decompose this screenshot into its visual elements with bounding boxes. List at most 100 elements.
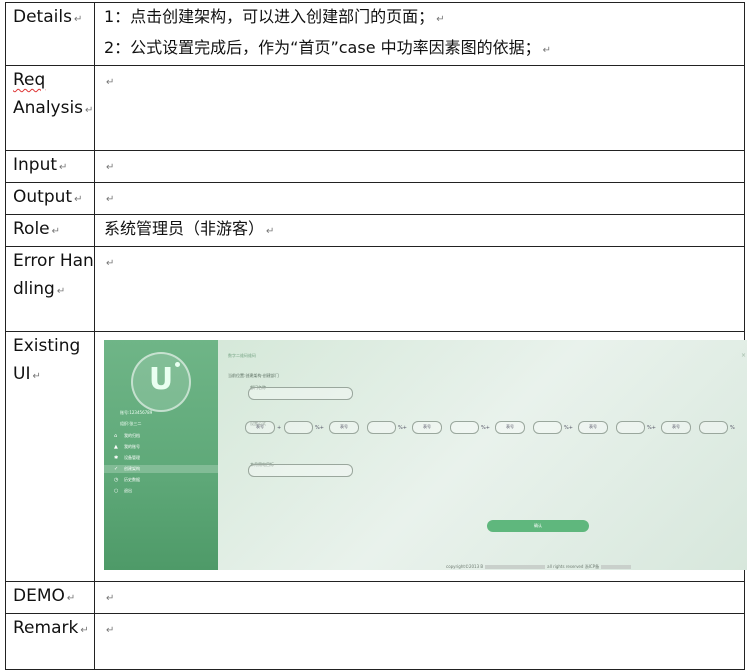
row-req-analysis: Req Analysis ↵ ↵ [5, 65, 745, 151]
copyright-mid: all rights reserved 浙ICP备 [547, 564, 600, 569]
menu-item-archive[interactable]: ⌂ 我的归档 [104, 432, 218, 440]
app-logo: U [131, 352, 191, 412]
paragraph-mark-icon: ↵ [66, 593, 76, 604]
formula-value-input-5[interactable] [616, 421, 645, 434]
req-value-cell: ↵ [94, 65, 745, 151]
select-text: 表号 [423, 424, 431, 429]
existing-label-cell: Existing UI ↵ [5, 331, 95, 582]
input-value-cell: ↵ [94, 150, 745, 183]
logo-letter: U [148, 362, 174, 397]
logo-dot-icon [175, 362, 180, 367]
paragraph-mark-icon: ↵ [106, 162, 115, 173]
month-target-input[interactable] [248, 464, 353, 477]
formula-value-input-1[interactable] [284, 421, 313, 434]
formula-op: %+ [398, 425, 407, 431]
formula-op: + [277, 425, 282, 431]
row-remark: Remark ↵ ↵ [5, 613, 745, 670]
paragraph-mark-icon: ↵ [74, 194, 83, 205]
demo-label: DEMO [13, 586, 65, 606]
paragraph-mark-icon: ↵ [106, 194, 115, 205]
req-label-cell: Req Analysis ↵ [5, 65, 95, 151]
redacted-bar [601, 565, 632, 569]
org-text: 组织:张三二 [120, 421, 142, 426]
demo-value-cell: ↵ [94, 581, 745, 614]
row-existing-ui: Existing UI ↵ U 账号:123456789 组织:张三二 ⌂ 我的归档… [5, 331, 747, 582]
check-icon: ✓ [114, 466, 119, 472]
formula-op: % [730, 425, 735, 431]
paragraph-mark-icon: ↵ [85, 105, 94, 116]
confirm-button-label: 确认 [534, 523, 542, 528]
confirm-button[interactable]: 确认 [487, 520, 589, 532]
role-value: 系统管理员（非游客） [104, 219, 265, 238]
app-sidebar: U 账号:123456789 组织:张三二 ⌂ 我的归档 ▲ 我的账号 ✱ 设备管理 … [104, 340, 218, 570]
row-demo: DEMO ↵ ↵ [5, 581, 745, 614]
details-line-1-text: 1：点击创建架构，可以进入创建部门的页面； [104, 7, 435, 26]
existing-label: Existing UI [13, 336, 81, 384]
formula-select-2[interactable]: 表号 [329, 421, 359, 434]
formula-op: %+ [564, 425, 573, 431]
user-icon: ▲ [114, 444, 118, 450]
formula-select-6[interactable]: 表号 [661, 421, 691, 434]
paragraph-mark-icon: ↵ [542, 45, 552, 56]
output-value-cell: ↵ [94, 182, 745, 215]
paragraph-mark-icon: ↵ [80, 625, 89, 636]
copyright-footer: copyright©2013 B all rights reserved 浙ICP… [446, 553, 633, 570]
select-text: 表号 [340, 424, 348, 429]
remark-label: Remark [13, 618, 79, 638]
gear-icon: ✱ [114, 455, 119, 461]
menu-item-label: 我的账号 [124, 444, 140, 449]
select-text: 表号 [589, 424, 597, 429]
formula-op: %+ [315, 425, 324, 431]
menu-item-label: 创建架构 [124, 466, 140, 471]
close-icon[interactable]: × [741, 342, 746, 370]
formula-select-5[interactable]: 表号 [578, 421, 608, 434]
paragraph-mark-icon: ↵ [106, 625, 115, 636]
existing-ui-cell: U 账号:123456789 组织:张三二 ⌂ 我的归档 ▲ 我的账号 ✱ 设备管理 … [94, 331, 747, 582]
menu-item-label: 历史数据 [124, 477, 140, 482]
existing-ui-screenshot: U 账号:123456789 组织:张三二 ⌂ 我的归档 ▲ 我的账号 ✱ 设备管理 … [104, 340, 747, 570]
row-input: Input ↵ ↵ [5, 150, 745, 183]
menu-item-label: 我的归档 [124, 433, 140, 438]
account-text: 账号:123456789 [120, 410, 153, 415]
formula-value-input-6[interactable] [699, 421, 728, 434]
analysis-label: Analysis [13, 98, 84, 118]
formula-select-3[interactable]: 表号 [412, 421, 442, 434]
paragraph-mark-icon: ↵ [56, 286, 66, 297]
menu-item-history[interactable]: ◷ 历史数据 [104, 476, 218, 484]
menu-item-account[interactable]: ▲ 我的账号 [104, 443, 218, 451]
formula-value-input-2[interactable] [367, 421, 396, 434]
menu-item-label: 退出 [124, 488, 132, 493]
input-label-cell: Input ↵ [5, 150, 95, 183]
menu-item-create-structure[interactable]: ✓ 创建架构 [104, 465, 218, 473]
requirements-table: Details ↵ 1：点击创建架构，可以进入创建部门的页面； ↵ 2：公式设置完成… [5, 2, 747, 670]
paragraph-mark-icon: ↵ [106, 258, 115, 269]
row-details: Details ↵ 1：点击创建架构，可以进入创建部门的页面； ↵ 2：公式设置完成… [5, 2, 745, 66]
role-label: Role [13, 219, 50, 239]
paragraph-mark-icon: ↵ [32, 371, 41, 382]
menu-item-label: 设备管理 [124, 455, 140, 460]
role-label-cell: Role ↵ [5, 214, 95, 247]
details-label-cell: Details ↵ [5, 2, 95, 66]
formula-value-input-3[interactable] [450, 421, 479, 434]
menu-item-devices[interactable]: ✱ 设备管理 [104, 454, 218, 462]
formula-select-4[interactable]: 表号 [495, 421, 525, 434]
output-label-cell: Output ↵ [5, 182, 95, 215]
home-icon: ⌂ [114, 433, 118, 439]
row-role: Role ↵ 系统管理员（非游客） ↵ [5, 214, 745, 247]
formula-select-1[interactable]: 表号 [245, 421, 275, 434]
details-line-2-text: 2：公式设置完成后，作为“首页”case 中功率因素图的依据； [104, 38, 541, 57]
formula-value-input-4[interactable] [533, 421, 562, 434]
select-text: 表号 [672, 424, 680, 429]
exit-icon: ○ [114, 488, 119, 494]
role-value-cell: 系统管理员（非游客） ↵ [94, 214, 745, 247]
formula-op: %+ [481, 425, 490, 431]
paragraph-mark-icon: ↵ [266, 226, 275, 237]
remark-value-cell: ↵ [94, 613, 745, 670]
document-page: Details ↵ 1：点击创建架构，可以进入创建部门的页面； ↵ 2：公式设置完成… [0, 0, 747, 670]
menu-item-logout[interactable]: ○ 退出 [104, 487, 218, 495]
details-line-1: 1：点击创建架构，可以进入创建部门的页面； ↵ [104, 3, 744, 34]
redacted-bar [485, 565, 546, 569]
dept-name-input[interactable] [248, 387, 353, 400]
clock-icon: ◷ [114, 477, 119, 483]
copyright-prefix: copyright©2013 B [446, 564, 484, 569]
